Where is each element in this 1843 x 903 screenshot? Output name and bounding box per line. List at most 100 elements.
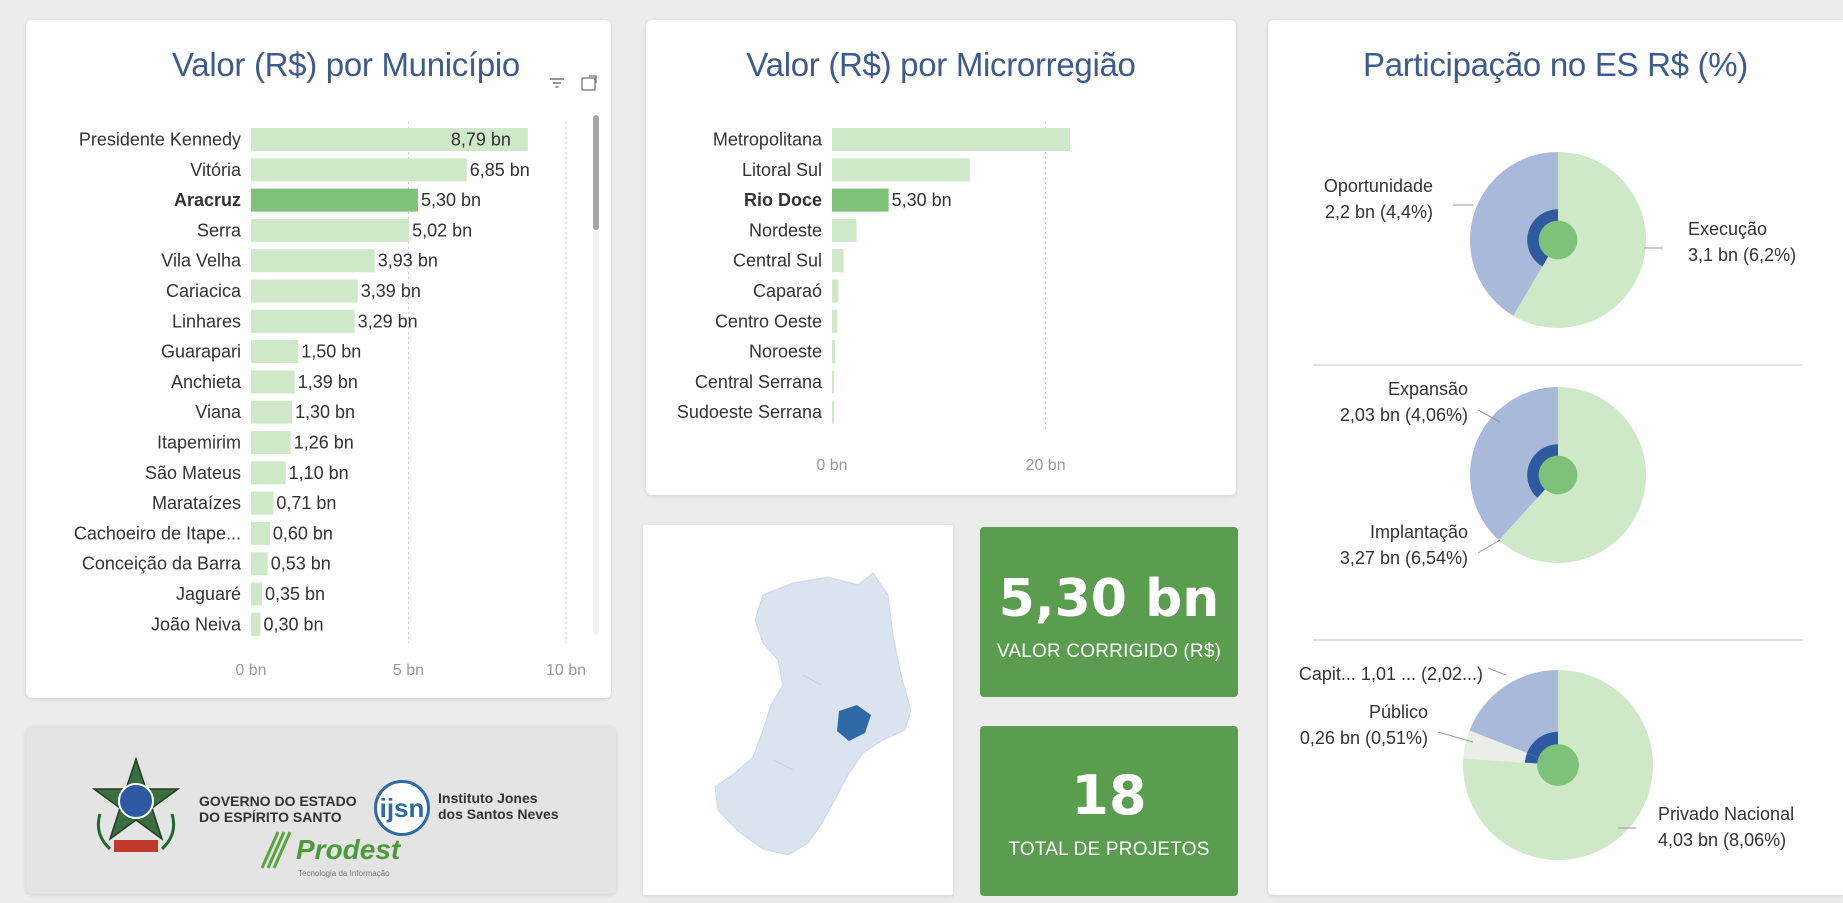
microrregiao-bar[interactable] <box>832 158 970 182</box>
ijsn-line2: dos Santos Neves <box>438 806 559 822</box>
scrollbar-thumb[interactable] <box>593 115 599 230</box>
scrollbar[interactable] <box>593 115 599 635</box>
municipio-category-label: Presidente Kennedy <box>79 130 241 150</box>
municipio-category-label: São Mateus <box>145 463 241 483</box>
municipio-category-label: Viana <box>195 402 242 422</box>
microrregiao-x-tick-label: 0 bn <box>816 457 847 474</box>
municipio-bar[interactable] <box>251 370 295 394</box>
municipio-data-label: 5,02 bn <box>412 220 472 240</box>
municipio-category-label: Jaguaré <box>176 584 241 604</box>
municipio-bar[interactable] <box>251 188 418 212</box>
municipio-x-tick-label: 10 bn <box>546 662 586 679</box>
municipio-bar[interactable] <box>251 279 358 303</box>
microrregiao-data-label: 5,30 bn <box>892 190 952 210</box>
municipio-bar[interactable] <box>251 249 375 273</box>
municipio-data-label: 1,39 bn <box>298 372 358 392</box>
pie-slice-label: Execução <box>1688 219 1767 239</box>
kpi-total-projetos: 18 TOTAL DE PROJETOS <box>980 726 1238 896</box>
municipio-data-label: 3,39 bn <box>361 281 421 301</box>
municipio-category-label: Anchieta <box>171 372 242 392</box>
pie-center-highlight <box>1537 744 1579 786</box>
microrregiao-bar[interactable] <box>832 218 857 242</box>
microrregiao-bar[interactable] <box>832 249 844 273</box>
pie-slice-label: Expansão <box>1388 379 1468 399</box>
municipio-bar[interactable] <box>251 431 291 454</box>
municipio-data-label: 8,79 bn <box>451 130 511 150</box>
municipio-bar[interactable] <box>251 491 274 515</box>
pie-slice-value-label: 2,2 bn (4,4%) <box>1325 202 1433 222</box>
pie-slice-label: Público <box>1369 702 1428 722</box>
pie-center-highlight <box>1538 220 1578 260</box>
microrregiao-x-tick-label: 20 bn <box>1026 457 1066 474</box>
municipio-category-label: Vila Velha <box>161 251 242 271</box>
municipio-category-label: Linhares <box>172 311 241 331</box>
microrregiao-bar[interactable] <box>832 400 834 424</box>
municipio-category-label: Guarapari <box>161 342 241 362</box>
municipio-data-label: 6,85 bn <box>470 160 530 180</box>
municipio-category-label: Vitória <box>190 160 242 180</box>
gov-es-line2: DO ESPÍRITO SANTO <box>199 809 342 825</box>
microrregiao-bar[interactable] <box>832 128 1071 151</box>
es-coat-of-arms-logo <box>91 756 181 852</box>
pie-slice-value-label: 2,03 bn (4,06%) <box>1340 405 1468 425</box>
microrregiao-bar[interactable] <box>832 370 835 394</box>
microrregiao-category-label: Centro Oeste <box>715 311 822 331</box>
municipio-bar-chart: 0 bn 5 bn 10 bn Presidente Kennedy 8,79 bn Vi… <box>74 122 586 679</box>
pie-leader-line <box>1487 667 1507 676</box>
prodest-logo-name: Prodest <box>296 834 401 865</box>
pie-slice-label: Implantação <box>1370 522 1468 542</box>
municipio-data-label: 5,30 bn <box>421 190 481 210</box>
municipio-x-tick-label: 0 bn <box>235 662 266 679</box>
municipio-bar[interactable] <box>251 309 355 333</box>
map-state-shape <box>714 572 912 856</box>
microrregiao-category-label: Sudoeste Serrana <box>677 402 823 422</box>
municipio-bar[interactable] <box>251 552 268 576</box>
pie-slice-value-label: 0,26 bn (0,51%) <box>1300 728 1428 748</box>
municipio-data-label: 3,93 bn <box>378 251 438 271</box>
municipio-data-label: 0,71 bn <box>276 493 336 513</box>
microrregiao-category-label: Central Sul <box>733 251 822 271</box>
municipio-data-label: 1,50 bn <box>301 342 361 362</box>
microrregiao-chart-card: Valor (R$) por Microrregião 0 bn 20 bn Met… <box>646 20 1236 495</box>
microrregiao-bar[interactable] <box>832 279 839 303</box>
municipio-data-label: 0,60 bn <box>273 523 333 543</box>
microrregiao-category-label: Litoral Sul <box>742 160 822 180</box>
municipio-data-label: 1,10 bn <box>289 463 349 483</box>
municipio-bar[interactable] <box>251 158 467 182</box>
municipio-bar[interactable] <box>251 218 410 242</box>
kpi-projetos-label: TOTAL DE PROJETOS <box>1008 839 1210 860</box>
municipio-x-tick-label: 5 bn <box>393 662 424 679</box>
municipio-bar[interactable] <box>251 400 292 424</box>
municipio-category-label: Aracruz <box>174 190 241 210</box>
pie-slice-label: Capit... 1,01 ... (2,02...) <box>1299 664 1483 684</box>
municipio-bar[interactable] <box>251 582 263 606</box>
ijsn-line1: Instituto Jones <box>438 790 538 806</box>
microrregiao-bar[interactable] <box>832 340 836 364</box>
municipio-chart-card: Valor (R$) por Município 0 bn 5 bn 10 bn Pr… <box>26 20 611 698</box>
municipio-bar[interactable] <box>251 612 261 636</box>
municipio-bar[interactable] <box>251 461 286 485</box>
pie-center-highlight <box>1538 455 1578 495</box>
municipio-category-label: Conceição da Barra <box>82 554 242 574</box>
participacao-card: Participação no ES R$ (%) Execução 3,1 bn… <box>1268 20 1843 895</box>
map-card <box>643 525 953 895</box>
municipio-data-label: 3,29 bn <box>358 311 418 331</box>
espirito-santo-map[interactable] <box>643 525 953 895</box>
pie-slice-value-label: 4,03 bn (8,06%) <box>1658 830 1786 850</box>
microrregiao-bar[interactable] <box>832 188 889 212</box>
municipio-category-label: Cachoeiro de Itape... <box>74 523 241 543</box>
ijsn-logo-text: Instituto Jones dos Santos Neves <box>438 790 559 822</box>
municipio-bar[interactable] <box>251 340 299 364</box>
microrregiao-category-label: Caparaó <box>753 281 822 301</box>
microrregiao-bar[interactable] <box>832 309 838 333</box>
ijsn-logo-icon: ijsn <box>374 780 430 836</box>
municipio-category-label: Itapemirim <box>157 433 241 453</box>
pie-leader-line <box>1477 539 1501 554</box>
microrregiao-bar-chart: 0 bn 20 bn Metropolitana Litoral Sul Rio Doc… <box>677 122 1071 474</box>
participacao-pie-charts: Execução 3,1 bn (6,2%) Oportunidade 2,2 bn … <box>1299 152 1803 861</box>
pie-slice-value-label: 3,1 bn (6,2%) <box>1688 245 1796 265</box>
prodest-logo-icon <box>260 831 292 869</box>
microrregiao-category-label: Rio Doce <box>744 190 822 210</box>
logos-card: GOVERNO DO ESTADO DO ESPÍRITO SANTO ijsn… <box>26 726 616 894</box>
municipio-bar[interactable] <box>251 521 270 545</box>
